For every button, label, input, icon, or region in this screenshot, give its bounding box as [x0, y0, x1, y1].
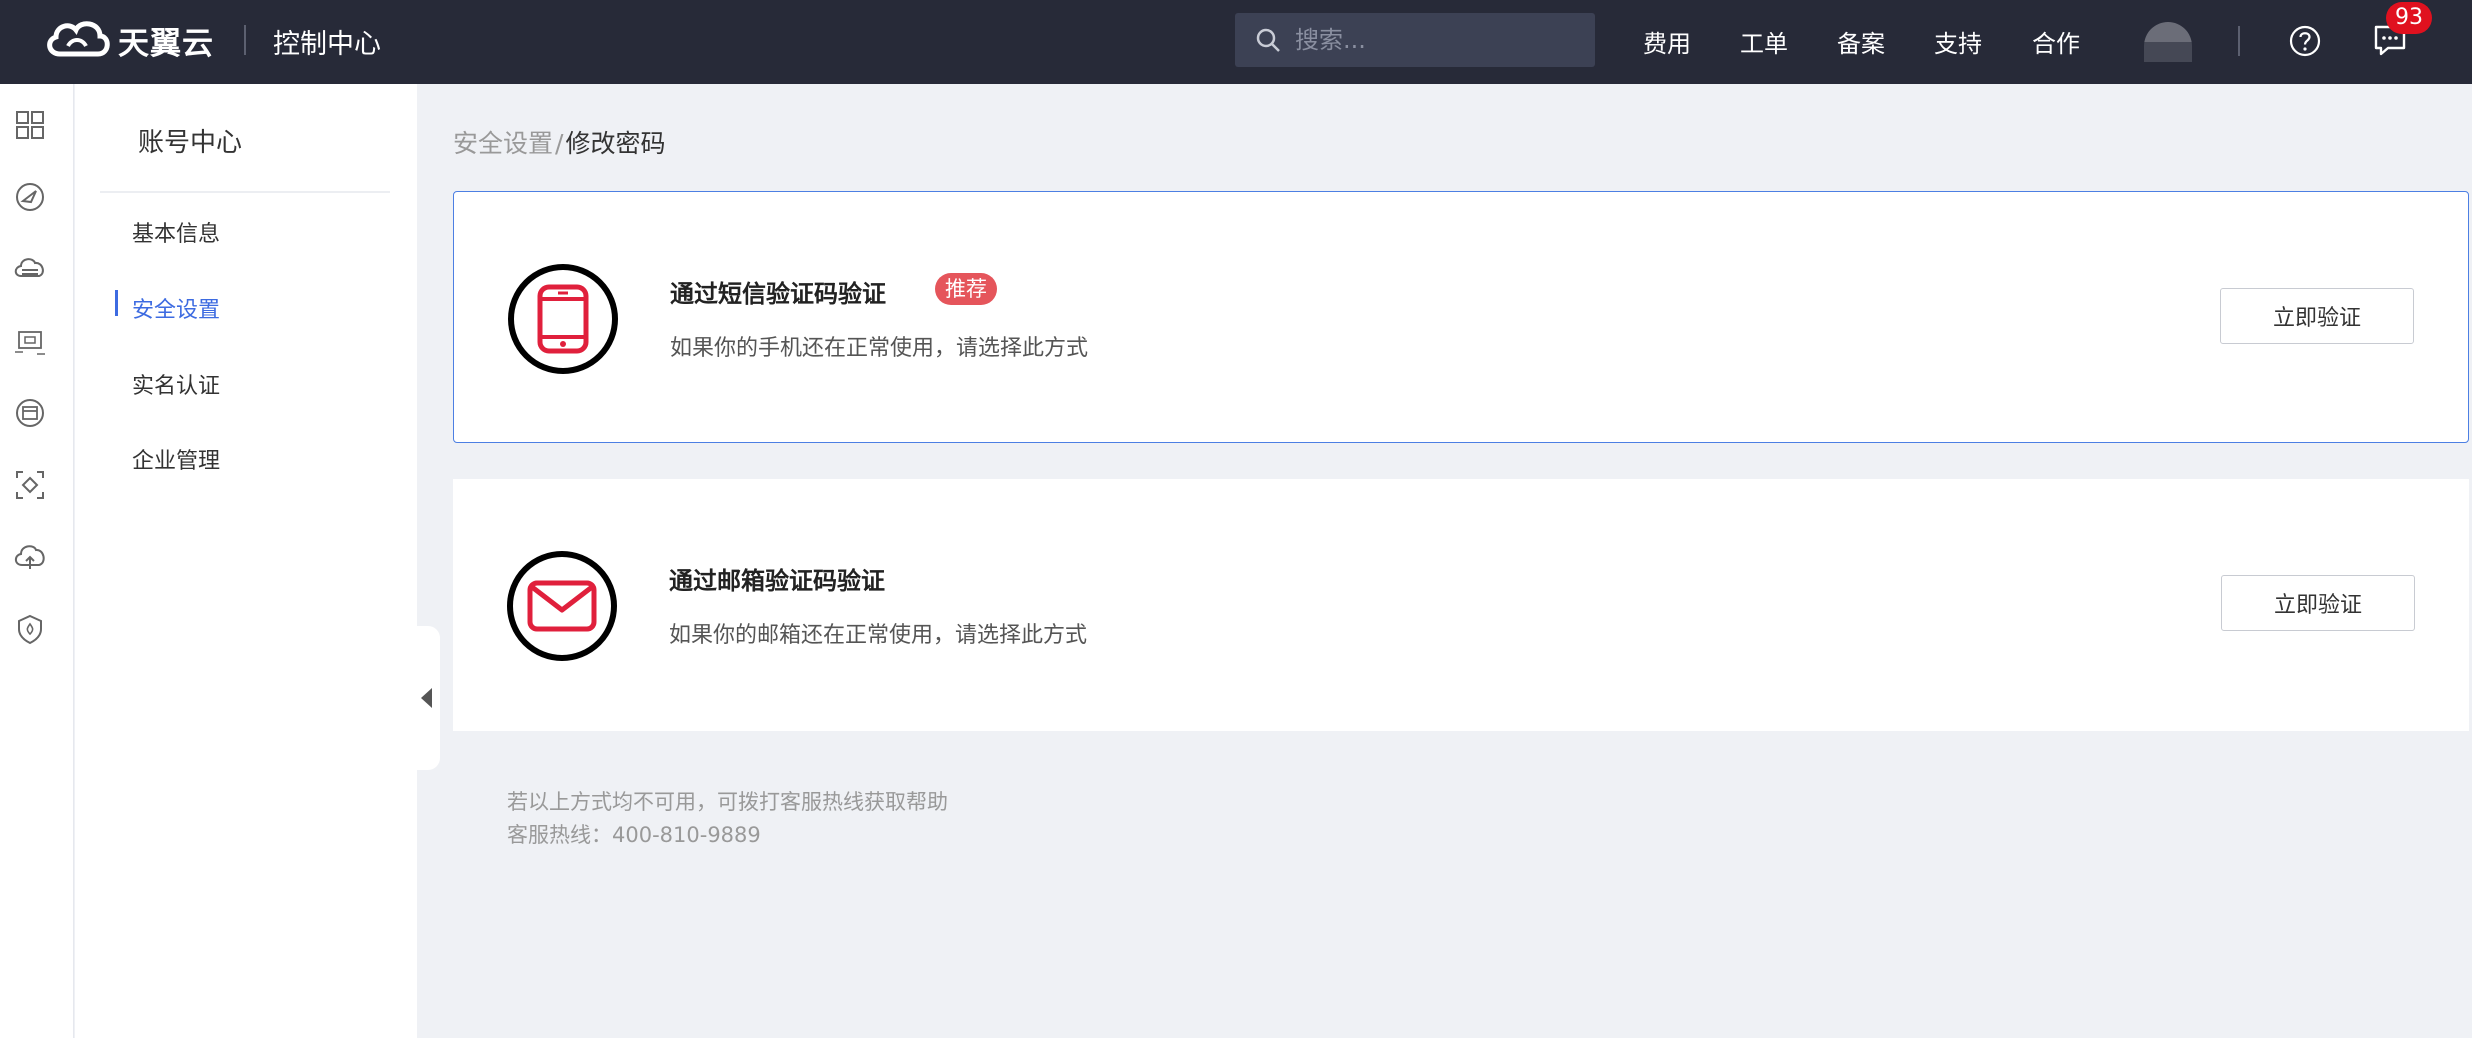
help-icon[interactable]	[2288, 24, 2322, 58]
sms-method-description: 如果你的手机还在正常使用，请选择此方式	[670, 336, 1089, 361]
cloud-server-icon[interactable]	[13, 252, 47, 286]
search-icon	[1256, 28, 1280, 52]
hotline-text: 客服热线：400-810-9889	[507, 823, 761, 847]
header-divider	[244, 25, 246, 55]
sms-verify-button[interactable]: 立即验证	[2220, 288, 2414, 344]
sms-method-title: 通过短信验证码验证	[670, 280, 886, 308]
breadcrumb-current: 修改密码	[565, 129, 666, 158]
nav-tickets[interactable]: 工单	[1740, 24, 1788, 59]
nav-partners[interactable]: 合作	[2032, 24, 2080, 59]
sidebar-divider	[100, 191, 390, 193]
compass-icon[interactable]	[13, 180, 47, 214]
console-title[interactable]: 控制中心	[273, 22, 381, 61]
sidebar-item-enterprise-management[interactable]: 企业管理	[132, 443, 220, 475]
email-method-description: 如果你的邮箱还在正常使用，请选择此方式	[669, 623, 1088, 648]
sidebar-item-security-settings[interactable]: 安全设置	[132, 292, 220, 324]
email-verify-button[interactable]: 立即验证	[2221, 575, 2415, 631]
email-method-title: 通过邮箱验证码验证	[669, 567, 885, 595]
header-divider-right	[2238, 26, 2240, 56]
collapse-arrow-icon	[421, 688, 432, 708]
search-input[interactable]	[1295, 26, 1585, 54]
breadcrumb: 安全设置/修改密码	[453, 124, 665, 160]
phone-icon	[508, 264, 618, 374]
brand-name: 天翼云	[118, 25, 214, 62]
avatar[interactable]	[2144, 22, 2192, 62]
search-box[interactable]	[1235, 13, 1595, 67]
active-indicator	[115, 290, 118, 316]
email-icon	[507, 551, 617, 661]
account-sidebar: 账号中心 基本信息 安全设置 实名认证 企业管理	[75, 84, 417, 1038]
dashboard-grid-icon[interactable]	[13, 108, 47, 142]
cloud-upload-icon[interactable]	[13, 540, 47, 574]
email-verification-card: 通过邮箱验证码验证 如果你的邮箱还在正常使用，请选择此方式 立即验证	[453, 479, 2469, 731]
breadcrumb-separator: /	[555, 129, 564, 158]
breadcrumb-parent[interactable]: 安全设置	[453, 129, 553, 158]
sidebar-collapse-toggle[interactable]	[416, 626, 440, 770]
sms-verification-card: 通过短信验证码验证 推荐 如果你的手机还在正常使用，请选择此方式 立即验证	[453, 191, 2469, 443]
help-note: 若以上方式均不可用，可拨打客服热线获取帮助	[507, 790, 948, 814]
sidebar-item-basic-info[interactable]: 基本信息	[132, 216, 220, 248]
top-bar: 天翼云 控制中心 费用 工单 备案 支持 合作 93	[0, 0, 2472, 84]
vpc-network-icon[interactable]	[13, 324, 47, 358]
security-shield-icon[interactable]	[13, 612, 47, 646]
recommended-tag: 推荐	[935, 273, 997, 305]
nav-fees[interactable]: 费用	[1643, 24, 1691, 59]
container-icon[interactable]	[13, 468, 47, 502]
product-rail	[0, 84, 74, 1038]
window-icon[interactable]	[13, 396, 47, 430]
brand-logo[interactable]: 天翼云	[42, 14, 214, 66]
nav-filing[interactable]: 备案	[1837, 24, 1885, 59]
sidebar-title: 账号中心	[138, 128, 243, 158]
sidebar-item-real-name-auth[interactable]: 实名认证	[132, 368, 220, 400]
notification-badge: 93	[2386, 2, 2432, 34]
cloud-logo-icon	[47, 21, 110, 57]
nav-support[interactable]: 支持	[1934, 24, 1982, 59]
